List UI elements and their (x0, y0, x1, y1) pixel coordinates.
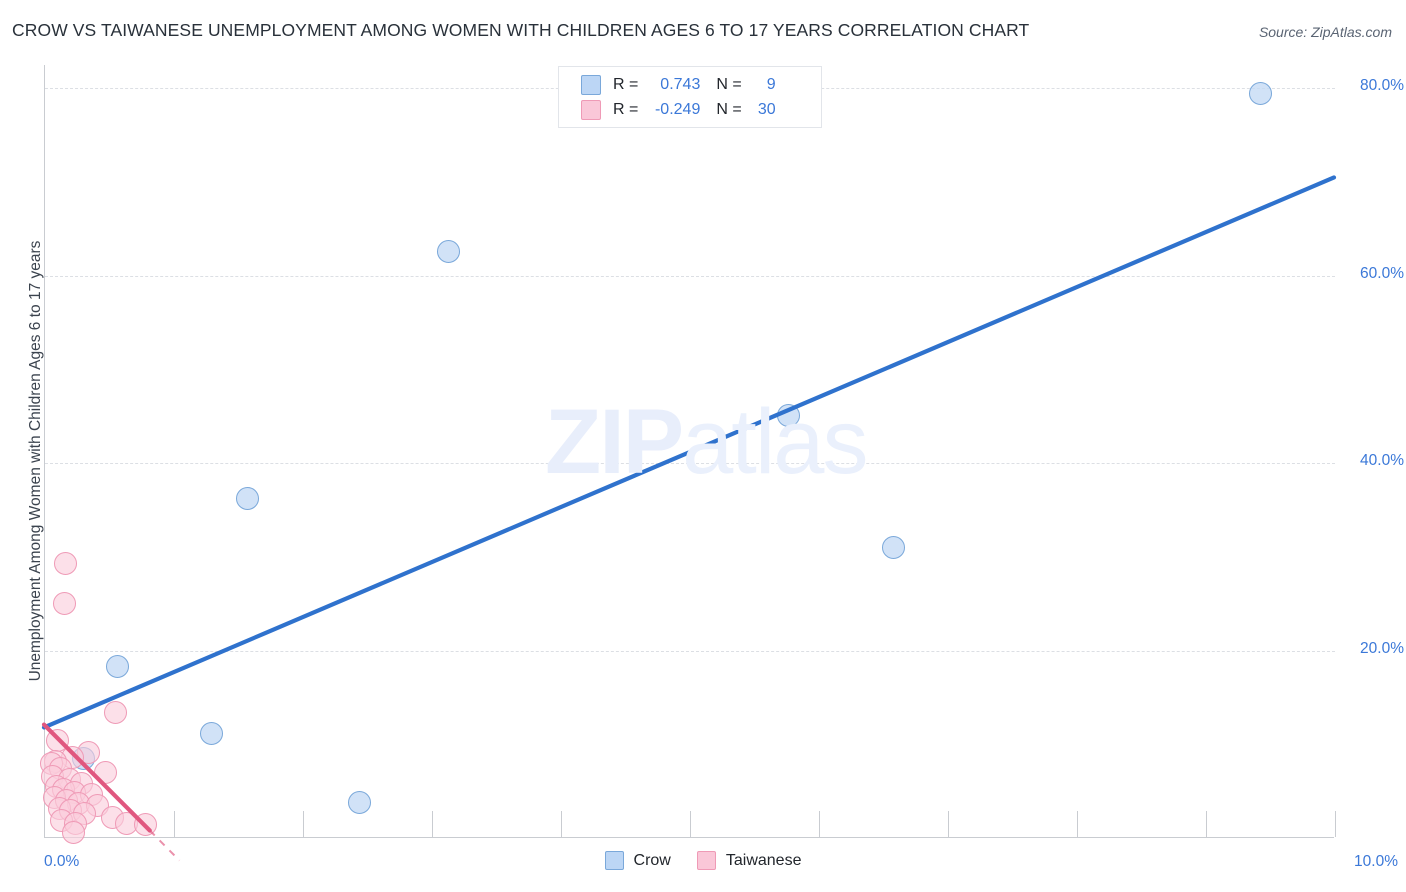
series-legend: Crow Taiwanese (0, 851, 1406, 870)
data-point-taiwanese[interactable] (94, 760, 118, 784)
data-point-taiwanese[interactable] (54, 551, 78, 575)
y-axis-title: Unemployment Among Women with Children A… (27, 240, 44, 682)
legend-item-crow[interactable]: Crow (604, 851, 671, 870)
swatch-taiwanese-icon (581, 99, 601, 120)
y-axis-label-20: 20.0% (1360, 639, 1404, 657)
x-tick (819, 811, 820, 837)
data-point-crow[interactable] (236, 487, 260, 511)
data-point-crow[interactable] (882, 536, 906, 560)
gridline-20 (45, 650, 1335, 652)
x-tick (303, 811, 304, 837)
correlation-stats-legend: R = 0.743 N = 9 R = -0.249 N = 30 (558, 66, 822, 128)
legend-swatch-taiwanese-icon (696, 851, 716, 870)
source-attribution: Source: ZipAtlas.com (1258, 24, 1392, 40)
correlation-chart: CROW VS TAIWANESE UNEMPLOYMENT AMONG WOM… (0, 0, 1406, 892)
swatch-crow-icon (581, 74, 601, 95)
page-title: CROW VS TAIWANESE UNEMPLOYMENT AMONG WOM… (12, 20, 1030, 40)
legend-item-taiwanese[interactable]: Taiwanese (696, 851, 802, 870)
y-axis-label-80: 80.0% (1360, 77, 1404, 95)
x-tick (1335, 811, 1336, 837)
gridline-40 (45, 463, 1335, 465)
legend-swatch-crow-icon (604, 851, 624, 870)
x-tick (432, 811, 433, 837)
legend-label-crow: Crow (633, 851, 671, 869)
n-value-crow: 9 (766, 75, 776, 93)
n-value-taiwanese: 30 (757, 100, 776, 118)
x-tick (690, 811, 691, 837)
y-axis-label-40: 40.0% (1360, 452, 1404, 470)
plot-area (39, 65, 1336, 844)
r-value-taiwanese: -0.249 (654, 100, 701, 118)
x-tick (1077, 811, 1078, 837)
data-point-taiwanese[interactable] (61, 820, 85, 844)
r-label-taiwanese: R = (613, 100, 639, 118)
n-label-crow: N = (716, 75, 742, 93)
data-point-taiwanese[interactable] (104, 700, 128, 724)
data-point-crow[interactable] (105, 655, 129, 679)
stats-row-taiwanese: R = -0.249 N = 30 (581, 97, 821, 122)
data-point-crow[interactable] (199, 722, 223, 746)
legend-label-taiwanese: Taiwanese (725, 851, 802, 869)
data-point-crow[interactable] (776, 403, 800, 427)
data-point-crow[interactable] (348, 790, 372, 814)
x-tick (948, 811, 949, 837)
x-tick (561, 811, 562, 837)
n-label-taiwanese: N = (716, 100, 742, 118)
data-point-crow[interactable] (1248, 81, 1272, 105)
stats-row-crow: R = 0.743 N = 9 (581, 72, 821, 97)
gridline-60 (45, 275, 1335, 277)
r-value-crow: 0.743 (660, 75, 701, 93)
x-tick (174, 811, 175, 837)
data-point-taiwanese[interactable] (52, 592, 76, 616)
x-tick (1206, 811, 1207, 837)
data-point-taiwanese[interactable] (134, 813, 158, 837)
r-label-crow: R = (613, 75, 639, 93)
data-point-crow[interactable] (437, 239, 461, 263)
y-axis-label-60: 60.0% (1360, 264, 1404, 282)
